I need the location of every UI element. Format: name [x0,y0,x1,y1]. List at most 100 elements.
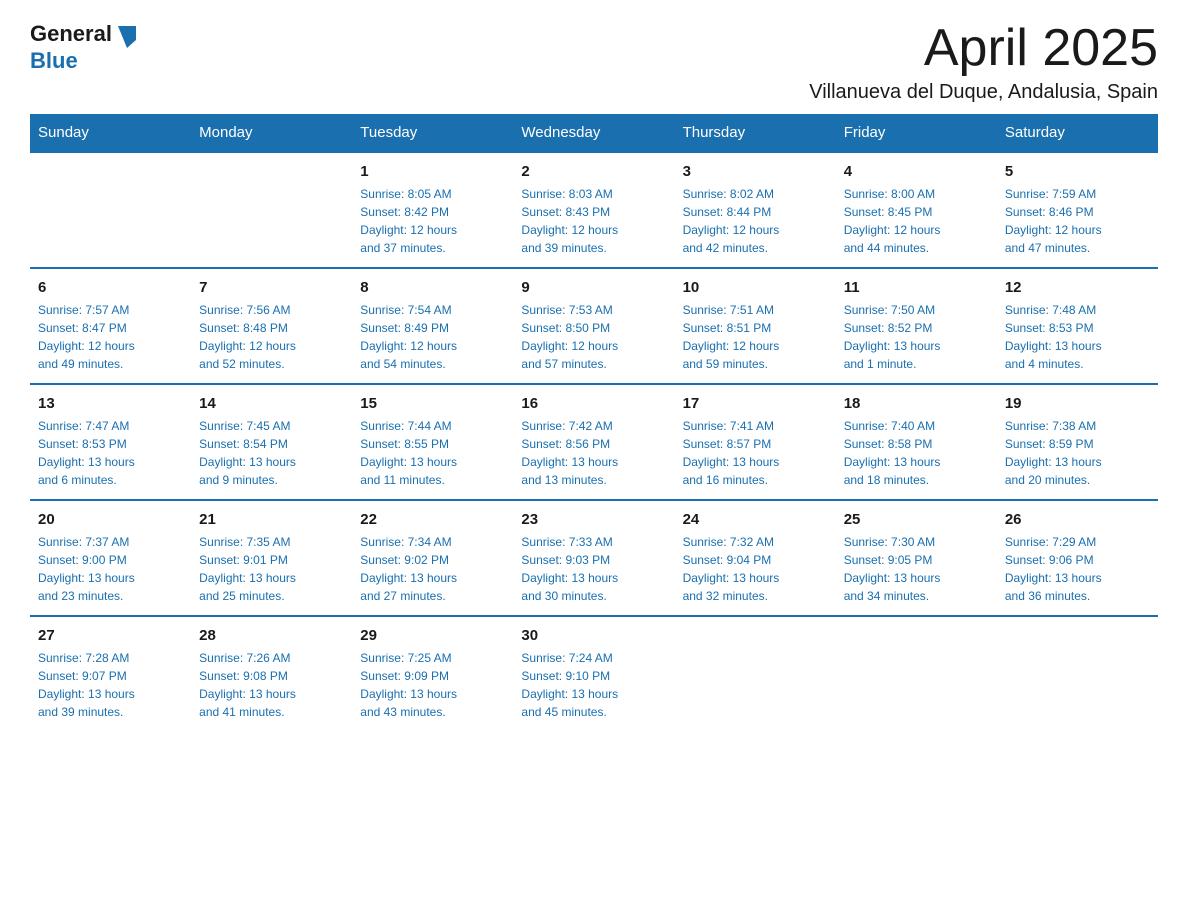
calendar-cell: 7 Sunrise: 7:56 AMSunset: 8:48 PMDaylight… [191,268,352,384]
calendar-cell: 29Sunrise: 7:25 AMSunset: 9:09 PMDayligh… [352,616,513,731]
day-info: Sunrise: 8:03 AMSunset: 8:43 PMDaylight:… [521,185,666,257]
day-info: Sunrise: 7:38 AMSunset: 8:59 PMDaylight:… [1005,417,1150,489]
day-info: Sunrise: 7:50 AMSunset: 8:52 PMDaylight:… [844,301,989,373]
calendar-cell: 30 Sunrise: 7:24 AMSunset: 9:10 PMDayligh… [513,616,674,731]
day-info: Sunrise: 7:35 AMSunset: 9:01 PMDaylight:… [199,533,344,605]
calendar-week-row: 27 Sunrise: 7:28 AMSunset: 9:07 PMDayligh… [30,616,1158,731]
logo-arrow-icon [114,22,140,48]
day-info: Sunrise: 7:56 AMSunset: 8:48 PMDaylight:… [199,301,344,373]
calendar-cell: 2 Sunrise: 8:03 AMSunset: 8:43 PMDaylight… [513,152,674,268]
day-info: Sunrise: 8:00 AMSunset: 8:45 PMDaylight:… [844,185,989,257]
day-info: Sunrise: 7:54 AMSunset: 8:49 PMDaylight:… [360,301,505,373]
calendar-header-friday: Friday [836,114,997,152]
calendar-cell: 27 Sunrise: 7:28 AMSunset: 9:07 PMDayligh… [30,616,191,731]
day-number: 24 [683,509,828,530]
calendar-header-row: SundayMondayTuesdayWednesdayThursdayFrid… [30,114,1158,152]
day-info: Sunrise: 7:47 AMSunset: 8:53 PMDaylight:… [38,417,183,489]
calendar-cell: 11Sunrise: 7:50 AMSunset: 8:52 PMDayligh… [836,268,997,384]
day-number: 19 [1005,393,1150,414]
calendar-table: SundayMondayTuesdayWednesdayThursdayFrid… [30,114,1158,731]
calendar-cell: 10Sunrise: 7:51 AMSunset: 8:51 PMDayligh… [675,268,836,384]
day-number: 14 [199,393,344,414]
day-number: 12 [1005,277,1150,298]
day-number: 3 [683,161,828,182]
calendar-header-thursday: Thursday [675,114,836,152]
title-block: April 2025 Villanueva del Duque, Andalus… [809,20,1158,104]
page-header: General Blue April 2025 Villanueva del D… [30,20,1158,104]
calendar-cell: 25 Sunrise: 7:30 AMSunset: 9:05 PMDayligh… [836,500,997,616]
day-number: 4 [844,161,989,182]
calendar-header-sunday: Sunday [30,114,191,152]
calendar-week-row: 13 Sunrise: 7:47 AMSunset: 8:53 PMDayligh… [30,384,1158,500]
day-info: Sunrise: 7:48 AMSunset: 8:53 PMDaylight:… [1005,301,1150,373]
day-info: Sunrise: 8:02 AMSunset: 8:44 PMDaylight:… [683,185,828,257]
day-number: 20 [38,509,183,530]
day-number: 21 [199,509,344,530]
day-number: 17 [683,393,828,414]
day-number: 6 [38,277,183,298]
day-number: 30 [521,625,666,646]
day-info: Sunrise: 7:26 AMSunset: 9:08 PMDaylight:… [199,649,344,721]
day-number: 13 [38,393,183,414]
calendar-cell: 9Sunrise: 7:53 AMSunset: 8:50 PMDaylight… [513,268,674,384]
day-number: 28 [199,625,344,646]
calendar-cell: 4 Sunrise: 8:00 AMSunset: 8:45 PMDaylight… [836,152,997,268]
calendar-cell: 26 Sunrise: 7:29 AMSunset: 9:06 PMDayligh… [997,500,1158,616]
calendar-cell: 21 Sunrise: 7:35 AMSunset: 9:01 PMDayligh… [191,500,352,616]
day-number: 26 [1005,509,1150,530]
day-info: Sunrise: 7:32 AMSunset: 9:04 PMDaylight:… [683,533,828,605]
day-info: Sunrise: 7:44 AMSunset: 8:55 PMDaylight:… [360,417,505,489]
calendar-cell: 23 Sunrise: 7:33 AMSunset: 9:03 PMDayligh… [513,500,674,616]
day-number: 22 [360,509,505,530]
day-info: Sunrise: 7:37 AMSunset: 9:00 PMDaylight:… [38,533,183,605]
day-number: 18 [844,393,989,414]
calendar-cell: 6 Sunrise: 7:57 AMSunset: 8:47 PMDaylight… [30,268,191,384]
day-number: 29 [360,625,505,646]
day-number: 16 [521,393,666,414]
day-number: 2 [521,161,666,182]
day-info: Sunrise: 7:24 AMSunset: 9:10 PMDaylight:… [521,649,666,721]
calendar-cell: 12 Sunrise: 7:48 AMSunset: 8:53 PMDayligh… [997,268,1158,384]
calendar-cell: 1Sunrise: 8:05 AMSunset: 8:42 PMDaylight… [352,152,513,268]
calendar-header-tuesday: Tuesday [352,114,513,152]
calendar-week-row: 20 Sunrise: 7:37 AMSunset: 9:00 PMDayligh… [30,500,1158,616]
day-number: 7 [199,277,344,298]
calendar-cell: 5Sunrise: 7:59 AMSunset: 8:46 PMDaylight… [997,152,1158,268]
day-number: 9 [521,277,666,298]
calendar-header-wednesday: Wednesday [513,114,674,152]
day-info: Sunrise: 7:59 AMSunset: 8:46 PMDaylight:… [1005,185,1150,257]
day-number: 15 [360,393,505,414]
day-number: 23 [521,509,666,530]
day-info: Sunrise: 7:45 AMSunset: 8:54 PMDaylight:… [199,417,344,489]
day-info: Sunrise: 7:29 AMSunset: 9:06 PMDaylight:… [1005,533,1150,605]
day-info: Sunrise: 7:33 AMSunset: 9:03 PMDaylight:… [521,533,666,605]
calendar-week-row: 1Sunrise: 8:05 AMSunset: 8:42 PMDaylight… [30,152,1158,268]
day-number: 27 [38,625,183,646]
day-number: 8 [360,277,505,298]
calendar-header-saturday: Saturday [997,114,1158,152]
calendar-cell: 19 Sunrise: 7:38 AMSunset: 8:59 PMDayligh… [997,384,1158,500]
calendar-cell [675,616,836,731]
day-info: Sunrise: 7:57 AMSunset: 8:47 PMDaylight:… [38,301,183,373]
day-info: Sunrise: 7:28 AMSunset: 9:07 PMDaylight:… [38,649,183,721]
day-info: Sunrise: 7:40 AMSunset: 8:58 PMDaylight:… [844,417,989,489]
day-info: Sunrise: 7:34 AMSunset: 9:02 PMDaylight:… [360,533,505,605]
day-info: Sunrise: 7:42 AMSunset: 8:56 PMDaylight:… [521,417,666,489]
calendar-cell: 3 Sunrise: 8:02 AMSunset: 8:44 PMDaylight… [675,152,836,268]
location-subtitle: Villanueva del Duque, Andalusia, Spain [809,81,1158,104]
calendar-cell [836,616,997,731]
day-info: Sunrise: 7:30 AMSunset: 9:05 PMDaylight:… [844,533,989,605]
calendar-cell: 22 Sunrise: 7:34 AMSunset: 9:02 PMDayligh… [352,500,513,616]
day-number: 1 [360,161,505,182]
calendar-cell [30,152,191,268]
day-info: Sunrise: 7:41 AMSunset: 8:57 PMDaylight:… [683,417,828,489]
logo: General Blue [30,20,140,74]
calendar-cell: 13 Sunrise: 7:47 AMSunset: 8:53 PMDayligh… [30,384,191,500]
calendar-week-row: 6 Sunrise: 7:57 AMSunset: 8:47 PMDaylight… [30,268,1158,384]
month-title: April 2025 [809,20,1158,77]
logo-general-text: General [30,21,112,47]
calendar-cell: 18 Sunrise: 7:40 AMSunset: 8:58 PMDayligh… [836,384,997,500]
day-number: 25 [844,509,989,530]
calendar-header-monday: Monday [191,114,352,152]
calendar-cell [191,152,352,268]
